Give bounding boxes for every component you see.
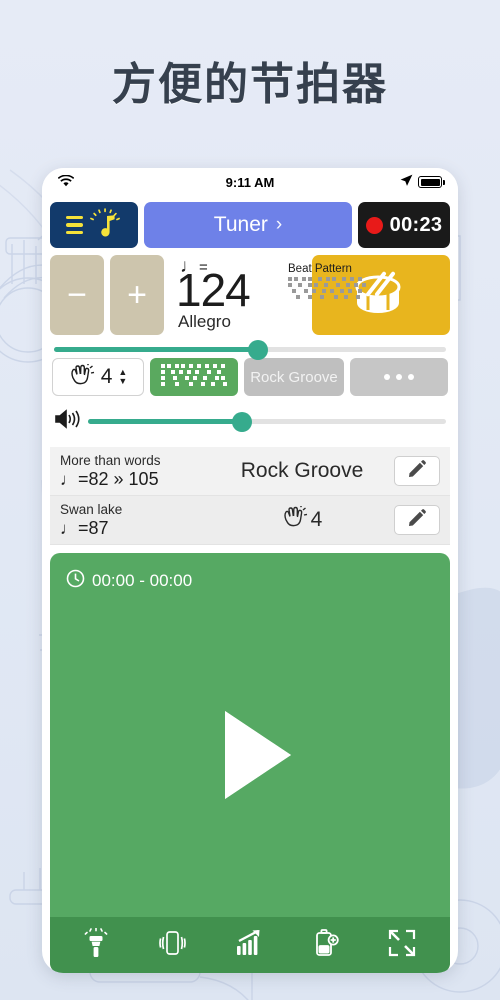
wifi-icon: [57, 174, 75, 190]
beat-pattern-preview[interactable]: Beat Pattern: [288, 263, 370, 308]
record-button[interactable]: 00:23: [358, 202, 450, 248]
tempo-slider[interactable]: [54, 339, 446, 360]
more-options-button[interactable]: [350, 358, 448, 396]
beat-pattern-button[interactable]: [150, 358, 238, 396]
stepper-down-icon[interactable]: ▼: [118, 377, 127, 386]
beat-pattern-label: Beat Pattern: [288, 263, 352, 275]
beats-stepper[interactable]: ▲ ▼: [118, 368, 127, 386]
song-tempo: ♩ =82 » 105: [60, 468, 210, 490]
page-title: 方便的节拍器: [112, 60, 388, 109]
ellipsis-dot-icon: [408, 374, 414, 380]
hamburger-icon: [66, 215, 83, 235]
groove-button[interactable]: Rock Groove: [244, 358, 344, 396]
player-toolbar: [50, 917, 450, 973]
flashlight-icon: [84, 926, 108, 963]
tempo-slider-fill: [54, 347, 258, 352]
ellipsis-dot-icon: [396, 374, 402, 380]
player-time-range: 00:00 - 00:00: [92, 571, 193, 590]
tempo-slider-row: [50, 335, 450, 360]
speaker-waves-icon[interactable]: [54, 408, 80, 435]
quarter-note-icon: ♩: [60, 518, 77, 538]
pencil-icon: [408, 459, 426, 483]
beats-per-bar-selector[interactable]: 4 ▲ ▼: [52, 358, 144, 396]
clapping-hands-icon: [69, 363, 95, 391]
volume-slider-fill: [88, 419, 242, 424]
player-time-row: 00:00 - 00:00: [50, 553, 450, 593]
fullscreen-expand-icon: [388, 929, 416, 962]
tempo-controls: − + ♩= 124 Allegro Beat Pattern: [50, 255, 450, 335]
volume-slider-thumb[interactable]: [231, 411, 252, 432]
clapping-hands-icon: [282, 505, 308, 534]
app-screen: Tuner › 00:23 − + ♩= 124 Allegro Beat Pa…: [42, 196, 458, 973]
list-item[interactable]: Swan lake ♩ =87 4: [50, 496, 450, 545]
volume-slider-row: [50, 396, 450, 441]
status-bar-time: 9:11 AM: [225, 174, 275, 190]
tuner-label: Tuner: [213, 213, 268, 236]
play-button[interactable]: [50, 593, 450, 917]
phone-mockup: 9:11 AM Tuner › 00:23 − + ♩= 124 Allegro…: [42, 168, 458, 973]
battery-full-icon: [418, 176, 445, 188]
beat-settings-row: 4 ▲ ▼ Rock Groove: [50, 358, 450, 396]
stepper-up-icon[interactable]: ▲: [118, 368, 127, 377]
tempo-decrease-button[interactable]: −: [50, 255, 104, 335]
bar-chart-up-icon: [236, 929, 264, 961]
fullscreen-button[interactable]: [388, 929, 416, 962]
play-triangle-icon: [225, 711, 291, 799]
location-arrow-icon: [400, 174, 413, 190]
flashlight-button[interactable]: [84, 926, 108, 963]
menu-metronome-button[interactable]: [50, 202, 138, 248]
clock-icon: [66, 569, 85, 593]
battery-saver-button[interactable]: [313, 928, 339, 963]
song-title: More than words: [60, 452, 161, 468]
song-beats: 4: [210, 505, 394, 534]
tempo-slider-thumb[interactable]: [247, 339, 268, 360]
pencil-icon: [408, 508, 426, 532]
edit-song-button[interactable]: [394, 456, 440, 486]
metronome-note-icon: [88, 207, 122, 244]
tempo-display[interactable]: ♩= 124 Allegro Beat Pattern: [170, 255, 366, 335]
tempo-increase-button[interactable]: +: [110, 255, 164, 335]
record-dot-icon: [365, 216, 383, 234]
song-beats-value: 4: [310, 508, 323, 531]
song-tempo-value: =87: [78, 517, 109, 538]
song-groove: Rock Groove: [240, 459, 364, 482]
record-timer: 00:23: [389, 213, 443, 236]
song-tempo: ♩ =87: [60, 517, 210, 539]
song-info: More than words ♩ =82 » 105: [60, 453, 210, 490]
status-bar: 9:11 AM: [42, 168, 458, 196]
top-toolbar: Tuner › 00:23: [50, 202, 450, 248]
tempo-name: Allegro: [178, 312, 231, 331]
edit-song-button[interactable]: [394, 505, 440, 535]
ellipsis-dot-icon: [384, 374, 390, 380]
tuner-button[interactable]: Tuner ›: [144, 202, 352, 248]
list-item[interactable]: More than words ♩ =82 » 105 Rock Groove: [50, 447, 450, 496]
battery-plus-icon: [313, 928, 339, 963]
vibrate-phone-icon: [157, 928, 187, 963]
bpm-value: 124: [176, 264, 251, 316]
song-title: Swan lake: [60, 501, 123, 517]
volume-slider[interactable]: [88, 411, 446, 432]
song-info: Swan lake ♩ =87: [60, 502, 210, 539]
vibrate-button[interactable]: [157, 928, 187, 963]
song-list: More than words ♩=82 » 105 Rock Groove: [50, 447, 450, 545]
song-tempo-value: =82 » 105: [78, 468, 159, 489]
tempo-ramp-button[interactable]: [236, 929, 264, 961]
quarter-note-icon: ♩: [60, 469, 77, 489]
beats-value: 4: [100, 365, 113, 388]
player-panel: 00:00 - 00:00: [50, 553, 450, 973]
beat-pattern-icon: [288, 277, 370, 308]
beat-pattern-icon: [161, 363, 227, 391]
chevron-right-icon: ›: [275, 214, 283, 235]
